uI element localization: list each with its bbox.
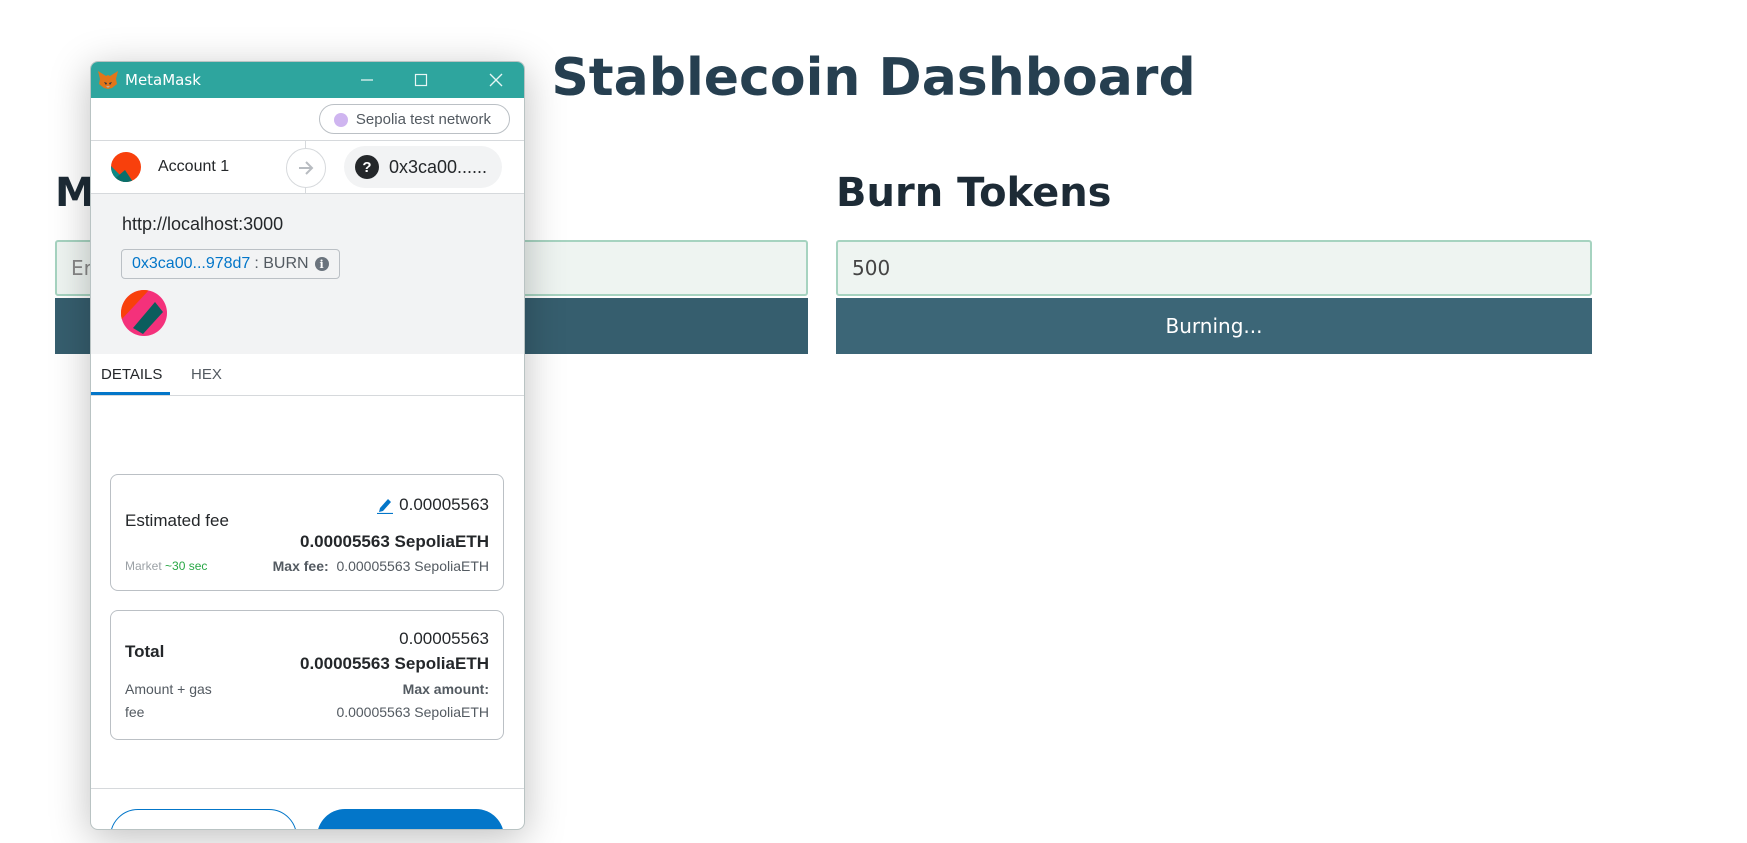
- recipient-address[interactable]: ? 0x3ca00......: [344, 146, 502, 188]
- burn-amount-input[interactable]: 500: [836, 240, 1592, 296]
- max-amount-label: Max amount:: [402, 681, 489, 697]
- total-eth: 0.00005563 SepoliaETH: [299, 654, 489, 673]
- estimated-fee-eth: 0.00005563 SepoliaETH: [299, 532, 489, 551]
- contract-method-chip[interactable]: 0x3ca00...978d7 : BURN i: [121, 249, 340, 279]
- recipient-address-text: 0x3ca00......: [389, 156, 488, 177]
- estimated-fee-card: Estimated fee 0.00005563 0.00005563 Sepo…: [110, 474, 504, 591]
- network-label: Sepolia test network: [355, 110, 491, 128]
- burn-button[interactable]: Burning...: [836, 298, 1592, 354]
- edit-pencil-icon[interactable]: [377, 496, 394, 514]
- origin-panel: http://localhost:3000 0x3ca00...978d7 : …: [91, 194, 524, 354]
- fee-speed-time: ~30 sec: [165, 559, 208, 573]
- account-avatar: [111, 152, 141, 182]
- network-status-dot: [333, 113, 348, 127]
- network-selector[interactable]: Sepolia test network: [318, 104, 510, 134]
- total-sublabel-1: Amount + gas: [125, 681, 212, 697]
- reject-button[interactable]: Reject: [110, 809, 297, 829]
- mint-input-placeholder: Er: [71, 256, 92, 280]
- account-name: Account 1: [158, 158, 230, 175]
- details-tabs: DETAILS HEX: [91, 354, 524, 396]
- contract-identicon: [121, 290, 167, 336]
- fee-speed-label: Market: [125, 559, 162, 573]
- contract-address-link[interactable]: 0x3ca00...978d7: [132, 255, 250, 273]
- total-label: Total: [125, 642, 165, 661]
- metamask-fox-icon: [98, 71, 118, 89]
- max-amount-value: 0.00005563 SepoliaETH: [336, 704, 489, 720]
- total-value: 0.00005563: [399, 629, 489, 648]
- max-fee-label: Max fee:: [272, 558, 329, 574]
- fee-speed: Market ~30 sec: [125, 559, 207, 573]
- close-icon[interactable]: [468, 62, 524, 98]
- origin-url: http://localhost:3000: [122, 214, 284, 234]
- contract-method-name: : BURN: [254, 255, 309, 272]
- total-card: Total 0.00005563 0.00005563 SepoliaETH A…: [110, 610, 504, 740]
- network-row: Sepolia test network: [91, 98, 524, 141]
- window-titlebar[interactable]: MetaMask: [91, 62, 524, 98]
- active-tab-indicator: [91, 392, 170, 395]
- minimize-icon[interactable]: [339, 62, 395, 98]
- account-row: Account 1 ? 0x3ca00......: [91, 141, 524, 194]
- estimated-fee-value-row: 0.00005563: [377, 495, 489, 515]
- question-icon: ?: [355, 155, 379, 179]
- estimated-fee-label: Estimated fee: [125, 511, 229, 530]
- burn-input-value: 500: [852, 256, 891, 280]
- tab-hex[interactable]: HEX: [191, 366, 222, 383]
- footer-divider: [91, 788, 524, 790]
- total-sublabel-2: fee: [125, 704, 145, 720]
- estimated-fee-value: 0.00005563: [399, 495, 489, 514]
- mint-tokens-heading: M: [55, 170, 95, 216]
- burn-tokens-heading: Burn Tokens: [836, 170, 1112, 216]
- confirm-button[interactable]: Confirm: [317, 809, 504, 829]
- max-fee-row: Max fee: 0.00005563 SepoliaETH: [273, 558, 489, 574]
- maximize-icon[interactable]: [393, 62, 449, 98]
- tab-details[interactable]: DETAILS: [101, 366, 162, 383]
- window-title: MetaMask: [125, 71, 201, 89]
- info-icon[interactable]: i: [314, 257, 329, 271]
- max-fee-value: 0.00005563 SepoliaETH: [336, 558, 489, 574]
- metamask-window: MetaMask Sepolia test network Account 1: [90, 61, 525, 830]
- arrow-right-icon: [286, 148, 326, 188]
